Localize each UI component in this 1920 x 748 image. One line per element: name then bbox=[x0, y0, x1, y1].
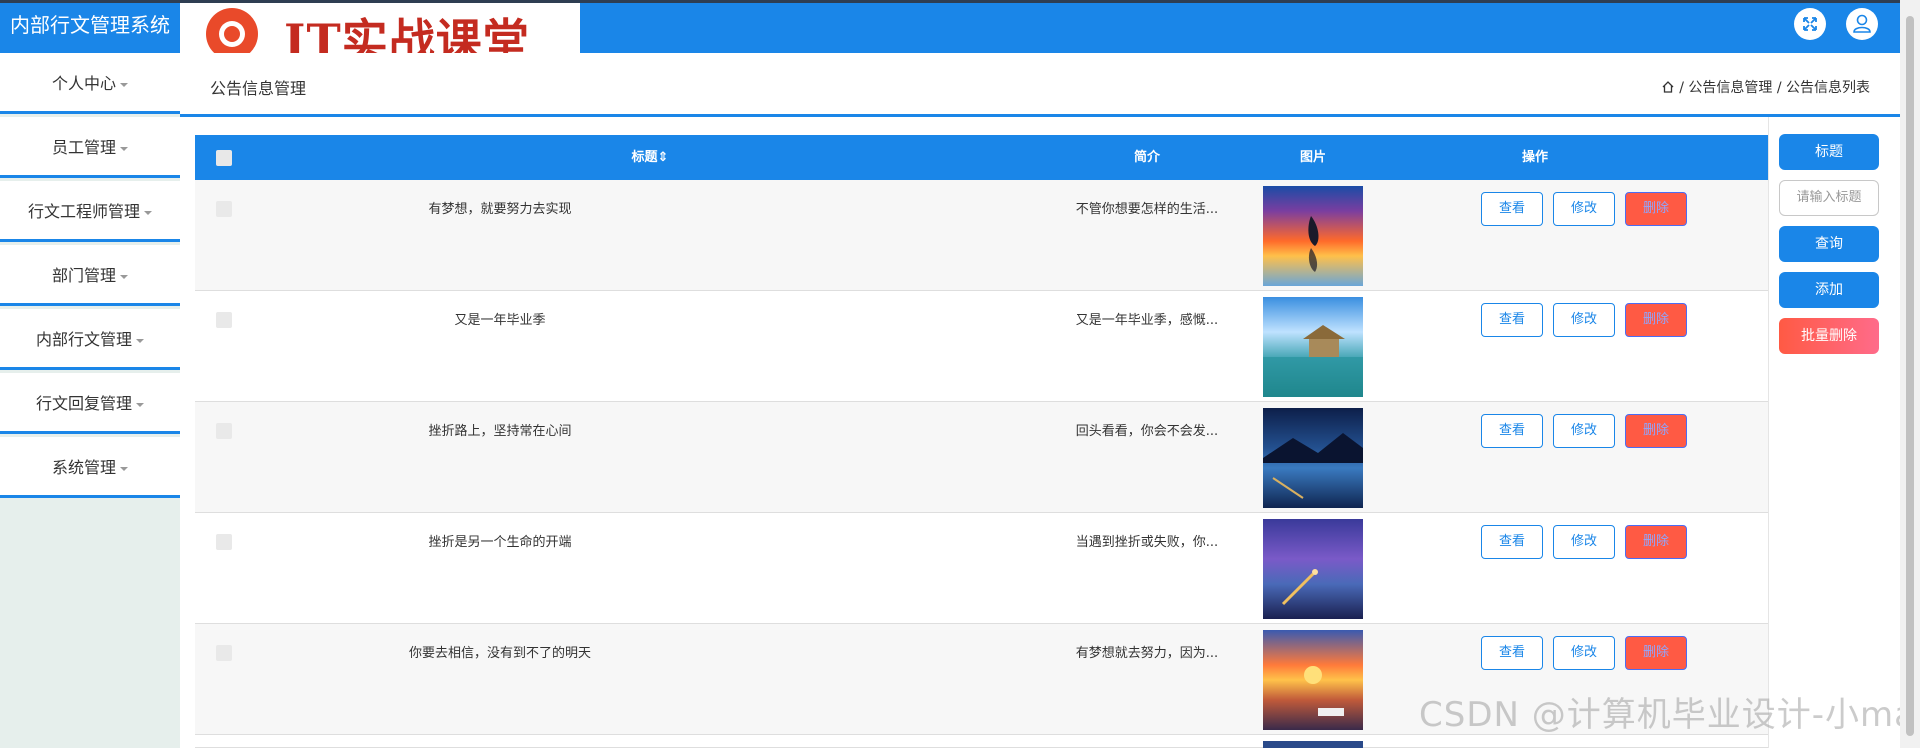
sort-icon[interactable]: ⇕ bbox=[658, 150, 669, 165]
batch-delete-button[interactable]: 批量删除 bbox=[1779, 318, 1879, 354]
edit-button[interactable]: 修改 bbox=[1553, 303, 1615, 337]
edit-button[interactable]: 修改 bbox=[1553, 414, 1615, 448]
row-intro: 回头看看，你会不会发... bbox=[1075, 424, 1219, 439]
row-intro: 又是一年毕业季，感慨... bbox=[1075, 313, 1219, 328]
chevron-down-icon bbox=[120, 466, 128, 471]
edit-button[interactable]: 修改 bbox=[1553, 192, 1615, 226]
page-title: 公告信息管理 bbox=[210, 79, 307, 98]
scrollbar-thumb[interactable] bbox=[1906, 16, 1914, 736]
watermark: CSDN @计算机毕业设计-小ma bbox=[1419, 695, 1916, 735]
sidebar-item-doc-reply[interactable]: 行文回复管理 bbox=[0, 373, 180, 434]
row-title: 挫折是另一个生命的开端 bbox=[428, 535, 572, 550]
add-button[interactable]: 添加 bbox=[1779, 272, 1879, 308]
view-button[interactable]: 查看 bbox=[1481, 414, 1543, 448]
row-title: 又是一年毕业季 bbox=[454, 313, 546, 328]
sidebar-item-label: 部门管理 bbox=[51, 266, 116, 285]
delete-button[interactable]: 删除 bbox=[1625, 636, 1687, 670]
row-checkbox[interactable] bbox=[216, 312, 232, 328]
app-title: 内部行文管理系统 bbox=[0, 3, 180, 53]
select-all-checkbox[interactable] bbox=[216, 150, 232, 166]
row-checkbox[interactable] bbox=[216, 423, 232, 439]
sidebar-item-personal-center[interactable]: 个人中心 bbox=[0, 53, 180, 114]
row-title: 有梦想，就要努力去实现 bbox=[428, 202, 572, 217]
row-image bbox=[1263, 408, 1363, 508]
sidebar-item-label: 行文回复管理 bbox=[35, 394, 132, 413]
table-row: 又是一年毕业季 又是一年毕业季，感慨... 查看 修改 删除 bbox=[195, 291, 1768, 402]
delete-button[interactable]: 删除 bbox=[1625, 192, 1687, 226]
row-image bbox=[1263, 186, 1363, 286]
sidebar-item-label: 内部行文管理 bbox=[35, 330, 132, 349]
user-icon[interactable] bbox=[1846, 8, 1878, 40]
sidebar: 个人中心 员工管理 行文工程师管理 部门管理 内部行文管理 行文回复管理 系统管… bbox=[0, 53, 180, 748]
row-intro: 有梦想就去努力，因为... bbox=[1075, 646, 1219, 661]
notice-table: 标题⇕ 简介 图片 操作 有梦想，就要努力去实现 不管你想要怎样的生活... 查… bbox=[195, 135, 1768, 748]
row-image bbox=[1263, 519, 1363, 619]
title-filter-button[interactable]: 标题 bbox=[1779, 134, 1879, 170]
view-button[interactable]: 查看 bbox=[1481, 636, 1543, 670]
column-title[interactable]: 标题⇕ bbox=[495, 135, 805, 180]
delete-button[interactable]: 删除 bbox=[1625, 303, 1687, 337]
sidebar-item-internal-docs[interactable]: 内部行文管理 bbox=[0, 309, 180, 370]
sidebar-item-label: 员工管理 bbox=[51, 138, 116, 157]
delete-button[interactable]: 删除 bbox=[1625, 525, 1687, 559]
sidebar-item-label: 系统管理 bbox=[51, 458, 116, 477]
breadcrumb-path[interactable]: / 公告信息管理 / 公告信息列表 bbox=[1679, 80, 1870, 96]
home-icon[interactable] bbox=[1661, 80, 1675, 98]
row-image bbox=[1263, 741, 1363, 748]
row-title: 挫折路上，坚持常在心间 bbox=[428, 424, 572, 439]
row-checkbox[interactable] bbox=[216, 201, 232, 217]
breadcrumb: / 公告信息管理 / 公告信息列表 bbox=[1661, 77, 1870, 98]
view-button[interactable]: 查看 bbox=[1481, 192, 1543, 226]
table-row: 挫折是另一个生命的开端 当遇到挫折或失败，你... 查看 修改 删除 bbox=[195, 513, 1768, 624]
column-actions: 操作 bbox=[1521, 150, 1548, 165]
sidebar-item-system[interactable]: 系统管理 bbox=[0, 437, 180, 498]
row-intro: 当遇到挫折或失败，你... bbox=[1075, 535, 1219, 550]
chevron-down-icon bbox=[144, 210, 152, 215]
chevron-down-icon bbox=[136, 402, 144, 407]
row-checkbox[interactable] bbox=[216, 534, 232, 550]
page-scrollbar[interactable] bbox=[1900, 0, 1920, 748]
table-row: 挫折路上，坚持常在心间 回头看看，你会不会发... 查看 修改 删除 bbox=[195, 402, 1768, 513]
sidebar-item-department[interactable]: 部门管理 bbox=[0, 245, 180, 306]
row-intro: 不管你想要怎样的生活... bbox=[1075, 202, 1219, 217]
row-checkbox[interactable] bbox=[216, 645, 232, 661]
chevron-down-icon bbox=[120, 274, 128, 279]
row-image bbox=[1263, 630, 1363, 730]
table-header: 标题⇕ 简介 图片 操作 bbox=[195, 135, 1768, 180]
sidebar-item-engineer[interactable]: 行文工程师管理 bbox=[0, 181, 180, 242]
view-button[interactable]: 查看 bbox=[1481, 303, 1543, 337]
sidebar-item-employee[interactable]: 员工管理 bbox=[0, 117, 180, 178]
table-row bbox=[195, 735, 1768, 748]
search-panel: 标题 请输入标题 查询 添加 批量删除 bbox=[1768, 117, 1900, 748]
view-button[interactable]: 查看 bbox=[1481, 525, 1543, 559]
table-row: 有梦想，就要努力去实现 不管你想要怎样的生活... 查看 修改 删除 bbox=[195, 180, 1768, 291]
chevron-down-icon bbox=[120, 82, 128, 87]
chevron-down-icon bbox=[120, 146, 128, 151]
sidebar-item-label: 个人中心 bbox=[51, 74, 116, 93]
column-intro: 简介 bbox=[1133, 150, 1160, 165]
edit-button[interactable]: 修改 bbox=[1553, 636, 1615, 670]
edit-button[interactable]: 修改 bbox=[1553, 525, 1615, 559]
column-image: 图片 bbox=[1299, 150, 1326, 165]
breadcrumb-bar: 公告信息管理 / 公告信息管理 / 公告信息列表 bbox=[180, 53, 1900, 117]
query-button[interactable]: 查询 bbox=[1779, 226, 1879, 262]
fullscreen-icon[interactable] bbox=[1794, 8, 1826, 40]
row-image bbox=[1263, 297, 1363, 397]
delete-button[interactable]: 删除 bbox=[1625, 414, 1687, 448]
row-title: 你要去相信，没有到不了的明天 bbox=[408, 646, 591, 661]
title-search-input[interactable]: 请输入标题 bbox=[1779, 180, 1879, 216]
chevron-down-icon bbox=[136, 338, 144, 343]
sidebar-item-label: 行文工程师管理 bbox=[27, 202, 140, 221]
